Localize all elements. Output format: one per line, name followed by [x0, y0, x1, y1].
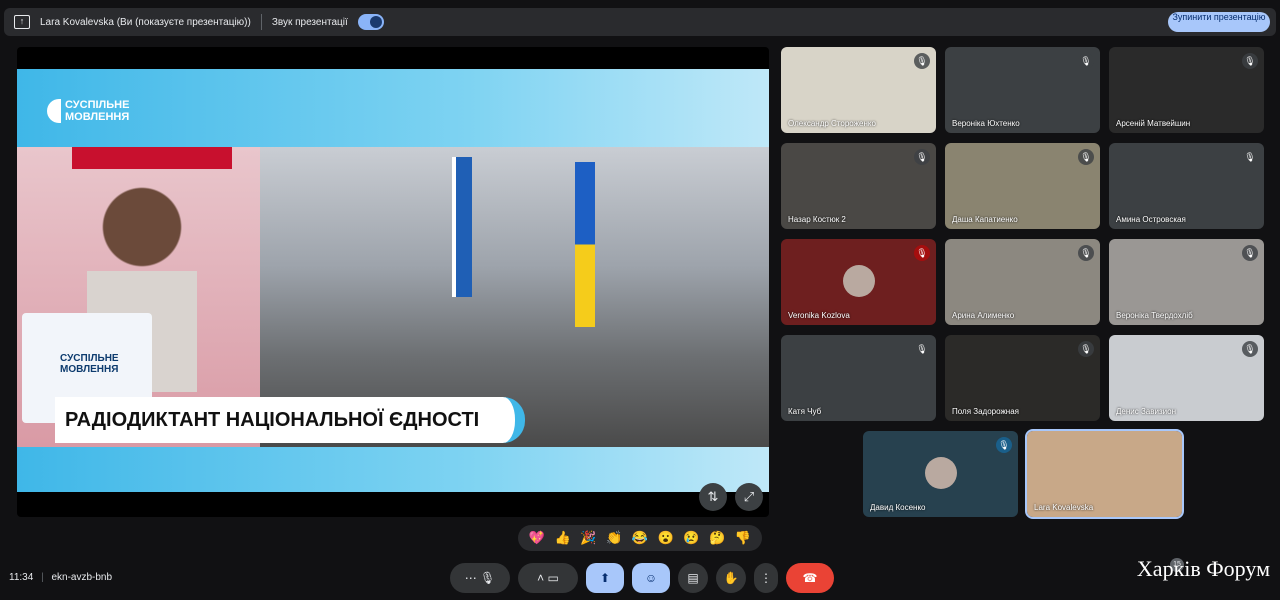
- reaction-button[interactable]: 👍: [555, 530, 571, 546]
- swap-icon[interactable]: ⇅: [699, 483, 727, 511]
- participant-tile[interactable]: 🎙 Поля Задорожная: [945, 335, 1100, 421]
- reaction-button[interactable]: 🤔: [709, 530, 725, 546]
- presentation-stage: СУСПІЛЬНЕ МОВЛЕННЯ СУСПІЛЬНЕ МОВЛЕННЯ РА…: [17, 47, 769, 517]
- divider: [260, 14, 262, 30]
- meeting-code: ekn-avzb-bnb: [51, 572, 113, 583]
- mic-button[interactable]: ⋯ 🎙: [450, 563, 510, 593]
- reaction-button[interactable]: 😂: [632, 530, 648, 546]
- participant-tile[interactable]: 🎙 Давид Косенко: [863, 431, 1018, 517]
- more-options-button[interactable]: ⋮: [754, 563, 778, 593]
- reaction-button[interactable]: 😮: [658, 530, 674, 546]
- participant-name: Veronika Kozlova: [788, 311, 850, 320]
- participant-name: Даша Капатиенко: [952, 215, 1018, 224]
- mic-off-icon: 🎙: [914, 245, 930, 261]
- participant-tile[interactable]: 🎙 Катя Чуб: [781, 335, 936, 421]
- mic-off-icon: 🎙: [1078, 245, 1094, 261]
- watermark: Харків Форум: [1136, 556, 1270, 581]
- mic-off-icon: 🎙: [1242, 245, 1258, 261]
- reaction-button[interactable]: 😢: [683, 530, 699, 546]
- participant-tile[interactable]: 🎙 Назар Костюк 2: [781, 143, 936, 229]
- more-vert-icon: ⋮: [760, 571, 772, 585]
- reaction-button[interactable]: 💖: [529, 530, 545, 546]
- participant-name: Вероніка Юхтенко: [952, 119, 1020, 128]
- mic-off-icon: 🎙: [1078, 53, 1094, 69]
- participant-name: Олександр Стороженко: [788, 119, 876, 128]
- presentation-audio-toggle[interactable]: [357, 14, 384, 30]
- emoji-icon: ☺: [644, 571, 658, 585]
- raise-hand-button[interactable]: ✋: [716, 563, 746, 593]
- participant-tile[interactable]: 🎙 Арсеній Матвейшин: [1109, 47, 1264, 133]
- mic-off-icon: 🎙: [914, 149, 930, 165]
- reactions-bar: 💖 👍 🎉 👏 😂 😮 😢 🤔 👎: [518, 525, 762, 551]
- avatar: [925, 457, 957, 489]
- slide: СУСПІЛЬНЕ МОВЛЕННЯ СУСПІЛЬНЕ МОВЛЕННЯ РА…: [17, 69, 769, 492]
- participant-name: Поля Задорожная: [952, 407, 1020, 416]
- participant-name: Катя Чуб: [788, 407, 822, 416]
- participant-tile[interactable]: 🎙 Денис Завизион: [1109, 335, 1264, 421]
- mic-off-icon: 🎙: [996, 437, 1012, 453]
- chevron-up-icon: ˄: [537, 571, 545, 585]
- mic-off-icon: 🎙: [1242, 53, 1258, 69]
- presentation-bar: ↑ Lara Kovalevska (Ви (показуєте презент…: [4, 8, 1276, 36]
- reaction-button[interactable]: 👎: [735, 530, 751, 546]
- mic-off-icon: 🎙: [1078, 149, 1094, 165]
- mic-off-icon: 🎙: [1078, 341, 1094, 357]
- meeting-info: 11:34 | ekn-avzb-bnb: [9, 572, 113, 583]
- captions-button[interactable]: ▤: [678, 563, 708, 593]
- hand-icon: ✋: [723, 571, 739, 585]
- participant-name: Lara Kovalevska: [1034, 503, 1094, 512]
- mic-off-icon: 🎙: [914, 341, 930, 357]
- participant-tile[interactable]: 🎙 Амина Островская: [1109, 143, 1264, 229]
- slide-caption: РАДІОДИКТАНТ НАЦІОНАЛЬНОЇ ЄДНОСТІ: [55, 397, 525, 443]
- participant-name: Амина Островская: [1116, 215, 1186, 224]
- emoji-button[interactable]: ☺: [632, 563, 670, 593]
- participant-tile[interactable]: 🎙 Олександр Стороженко: [781, 47, 936, 133]
- end-call-button[interactable]: ☎: [786, 563, 834, 593]
- participant-name: Назар Костюк 2: [788, 215, 846, 224]
- participant-tile[interactable]: Lara Kovalevska: [1025, 429, 1184, 519]
- participant-name: Арина Алименко: [952, 311, 1015, 320]
- captions-icon: ▤: [687, 571, 699, 585]
- participant-name: Давид Косенко: [870, 503, 926, 512]
- participant-tile[interactable]: 🎙 Вероніка Юхтенко: [945, 47, 1100, 133]
- reaction-button[interactable]: 🎉: [580, 530, 596, 546]
- present-button[interactable]: ⬆: [586, 563, 624, 593]
- suspilne-logo: СУСПІЛЬНЕ МОВЛЕННЯ: [47, 99, 135, 123]
- mic-off-icon: 🎙: [1242, 149, 1258, 165]
- reaction-button[interactable]: 👏: [606, 530, 622, 546]
- mic-off-icon: 🎙: [914, 53, 930, 69]
- fullscreen-icon[interactable]: ⤢: [735, 483, 763, 511]
- clock: 11:34: [9, 572, 34, 583]
- participant-tile[interactable]: 🎙 Арина Алименко: [945, 239, 1100, 325]
- participant-name: Денис Завизион: [1116, 407, 1176, 416]
- present-icon: ↑: [14, 15, 30, 29]
- camera-button[interactable]: ˄ ▭: [518, 563, 578, 593]
- phone-hangup-icon: ☎: [802, 571, 818, 585]
- camera-icon: ▭: [547, 571, 559, 585]
- mic-icon: 🎙: [480, 571, 496, 585]
- present-icon: ⬆: [599, 571, 611, 585]
- participant-tile[interactable]: 🎙 Даша Капатиенко: [945, 143, 1100, 229]
- more-icon: ⋯: [464, 571, 477, 585]
- audio-label: Звук презентації: [271, 16, 348, 28]
- participant-name: Вероніка Твердохліб: [1116, 311, 1193, 320]
- participant-name: Арсеній Матвейшин: [1116, 119, 1191, 128]
- stop-presenting-button[interactable]: Зупинити презентацію: [1168, 12, 1270, 32]
- call-controls: ⋯ 🎙 ˄ ▭ ⬆ ☺ ▤ ✋ ⋮ ☎: [450, 563, 834, 593]
- presenter-label: Lara Kovalevska (Ви (показуєте презентац…: [40, 16, 251, 28]
- mic-off-icon: 🎙: [1242, 341, 1258, 357]
- participant-tile[interactable]: 🎙 Veronika Kozlova: [781, 239, 936, 325]
- avatar: [843, 265, 875, 297]
- participant-tile[interactable]: 🎙 Вероніка Твердохліб: [1109, 239, 1264, 325]
